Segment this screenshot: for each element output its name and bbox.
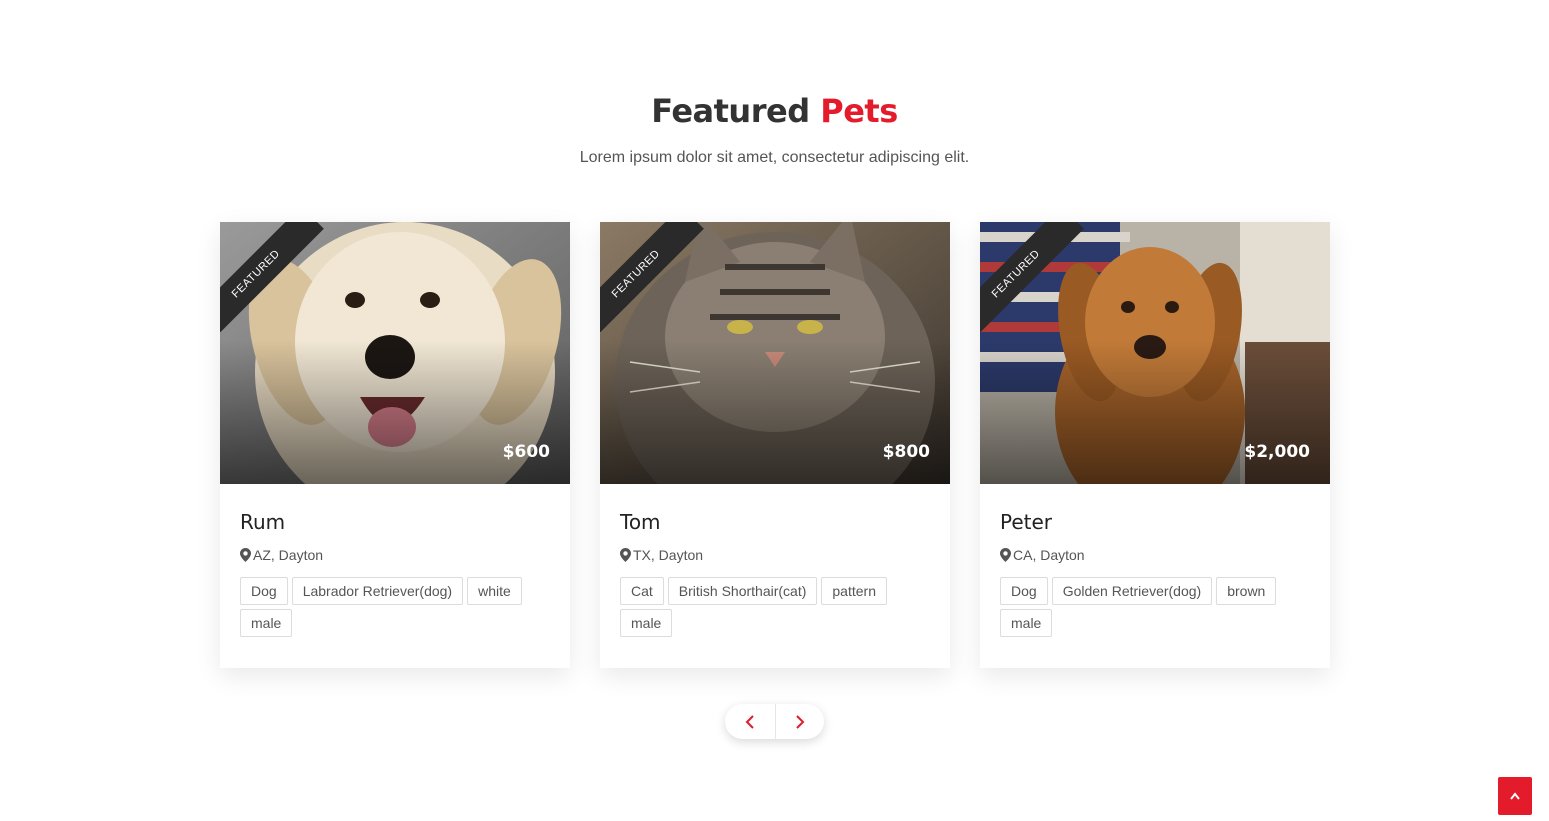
pet-location-text: TX, Dayton bbox=[633, 547, 704, 563]
pet-price: $800 bbox=[882, 442, 930, 462]
featured-pets-carousel: FEATURED $600 Rum AZ, Dayton Dog Labrado… bbox=[205, 222, 1345, 704]
pet-tag[interactable]: Dog bbox=[240, 577, 288, 605]
pet-tag[interactable]: male bbox=[620, 609, 673, 637]
carousel-nav bbox=[725, 704, 824, 739]
pet-location-text: CA, Dayton bbox=[1013, 547, 1085, 563]
pet-name[interactable]: Peter bbox=[1000, 510, 1310, 534]
pet-card[interactable]: FEATURED $2,000 Peter CA, Dayton Dog Gol… bbox=[980, 222, 1330, 668]
pet-photo-golden[interactable]: FEATURED $2,000 bbox=[980, 222, 1330, 484]
pet-tag[interactable]: Dog bbox=[1000, 577, 1048, 605]
featured-ribbon-label: FEATURED bbox=[980, 222, 1084, 332]
pet-price: $600 bbox=[502, 442, 550, 462]
featured-ribbon: FEATURED bbox=[220, 222, 330, 332]
pet-tags: Dog Golden Retriever(dog) brown male bbox=[1000, 577, 1310, 641]
pet-tags: Cat British Shorthair(cat) pattern male bbox=[620, 577, 930, 641]
pet-card-body: Tom TX, Dayton Cat British Shorthair(cat… bbox=[600, 484, 950, 641]
scroll-to-top-button[interactable] bbox=[1498, 777, 1532, 815]
featured-ribbon: FEATURED bbox=[980, 222, 1090, 332]
pet-tag[interactable]: male bbox=[240, 609, 293, 637]
pet-location-text: AZ, Dayton bbox=[253, 547, 324, 563]
pet-location: TX, Dayton bbox=[620, 547, 930, 563]
map-marker-icon bbox=[240, 548, 251, 562]
carousel-next-button[interactable] bbox=[774, 704, 825, 739]
pet-tag[interactable]: pattern bbox=[821, 577, 887, 605]
pet-tag[interactable]: brown bbox=[1216, 577, 1277, 605]
pet-location: AZ, Dayton bbox=[240, 547, 550, 563]
pet-photo-cat[interactable]: FEATURED $800 bbox=[600, 222, 950, 484]
section-subtitle: Lorem ipsum dolor sit amet, consectetur … bbox=[579, 149, 970, 166]
pet-tag[interactable]: Cat bbox=[620, 577, 664, 605]
chevron-right-icon bbox=[796, 714, 805, 729]
pet-name[interactable]: Rum bbox=[240, 510, 550, 534]
pet-tag[interactable]: Golden Retriever(dog) bbox=[1051, 577, 1213, 605]
pet-card[interactable]: FEATURED $600 Rum AZ, Dayton Dog Labrado… bbox=[220, 222, 570, 668]
pet-location: CA, Dayton bbox=[1000, 547, 1310, 563]
pet-tag[interactable]: male bbox=[1000, 609, 1053, 637]
pet-tag[interactable]: British Shorthair(cat) bbox=[667, 577, 818, 605]
chevron-left-icon bbox=[745, 714, 754, 729]
title-main: Featured bbox=[651, 92, 810, 130]
section-title: Featured Pets bbox=[0, 92, 1549, 130]
pet-tag[interactable]: white bbox=[467, 577, 522, 605]
carousel-prev-button[interactable] bbox=[725, 704, 775, 739]
pet-photo-labrador[interactable]: FEATURED $600 bbox=[220, 222, 570, 484]
featured-ribbon-label: FEATURED bbox=[600, 222, 704, 332]
chevron-up-icon bbox=[1510, 792, 1520, 800]
pet-name[interactable]: Tom bbox=[620, 510, 930, 534]
map-marker-icon bbox=[620, 548, 631, 562]
pet-card-body: Peter CA, Dayton Dog Golden Retriever(do… bbox=[980, 484, 1330, 641]
pet-tags: Dog Labrador Retriever(dog) white male bbox=[240, 577, 550, 641]
pet-price: $2,000 bbox=[1244, 442, 1310, 462]
title-accent: Pets bbox=[820, 92, 898, 130]
featured-ribbon: FEATURED bbox=[600, 222, 710, 332]
pet-tag[interactable]: Labrador Retriever(dog) bbox=[291, 577, 464, 605]
pet-card[interactable]: FEATURED $800 Tom TX, Dayton Cat British… bbox=[600, 222, 950, 668]
pet-card-body: Rum AZ, Dayton Dog Labrador Retriever(do… bbox=[220, 484, 570, 641]
map-marker-icon bbox=[1000, 548, 1011, 562]
featured-ribbon-label: FEATURED bbox=[220, 222, 324, 332]
